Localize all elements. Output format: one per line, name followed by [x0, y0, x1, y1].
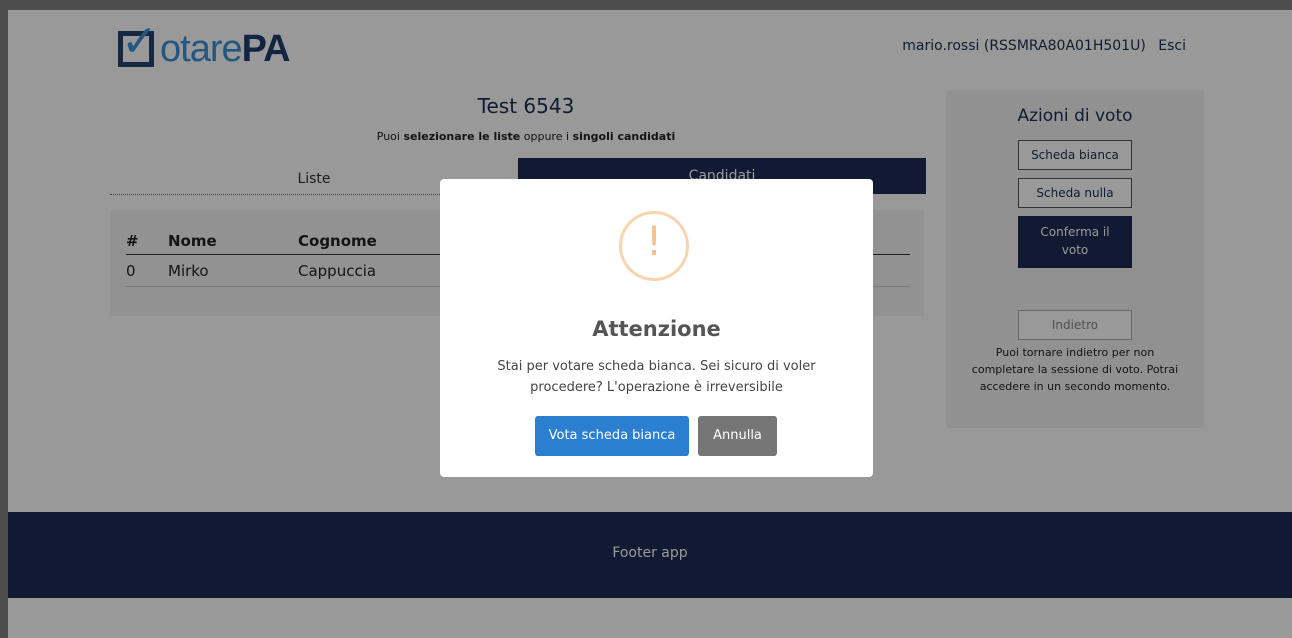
modal-message: Stai per votare scheda bianca. Sei sicur…: [497, 359, 816, 395]
exclamation-icon: !: [645, 219, 663, 265]
cancel-button[interactable]: Annulla: [698, 416, 777, 456]
confirm-blank-vote-button[interactable]: Vota scheda bianca: [535, 416, 689, 456]
modal-title: Attenzione: [592, 317, 721, 341]
confirm-modal: ! Attenzione Stai per votare scheda bian…: [440, 179, 873, 477]
warning-icon: !: [619, 211, 689, 281]
